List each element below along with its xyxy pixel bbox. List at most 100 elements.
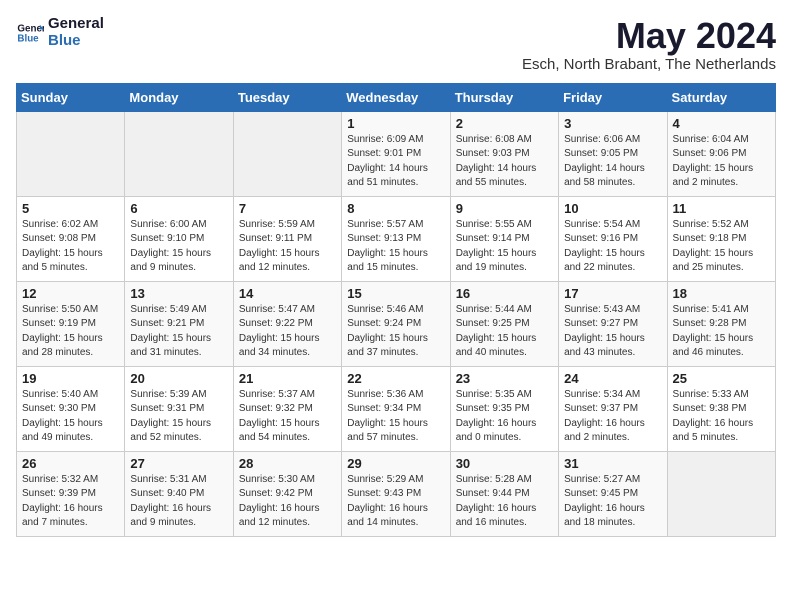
calendar-week-row: 5 Sunrise: 6:02 AM Sunset: 9:08 PM Daylig… (17, 196, 776, 281)
calendar-cell: 2 Sunrise: 6:08 AM Sunset: 9:03 PM Daylig… (450, 111, 558, 196)
cell-content: Sunrise: 6:06 AM Sunset: 9:05 PM Dayligh… (564, 133, 661, 191)
day-of-week-header: Wednesday (342, 83, 450, 111)
cell-content: Sunrise: 6:00 AM Sunset: 9:10 PM Dayligh… (130, 218, 227, 276)
cell-content: Sunrise: 5:31 AM Sunset: 9:40 PM Dayligh… (130, 473, 227, 531)
cell-content: Sunrise: 5:28 AM Sunset: 9:44 PM Dayligh… (456, 473, 553, 531)
cell-content: Sunrise: 5:40 AM Sunset: 9:30 PM Dayligh… (22, 388, 119, 446)
calendar-cell: 14Sunrise: 5:47 AM Sunset: 9:22 PM Dayli… (233, 281, 341, 366)
day-number: 27 (130, 456, 227, 471)
day-number: 8 (347, 201, 444, 216)
calendar-cell: 13 Sunrise: 5:49 AM Sunset: 9:21 PM Dayli… (125, 281, 233, 366)
page-header: General Blue General Blue May 2024 Esch,… (16, 16, 776, 73)
day-number: 10 (564, 201, 661, 216)
logo-icon: General Blue (16, 19, 44, 47)
logo-general-text: General (48, 16, 104, 33)
cell-content: Sunrise: 5:43 AM Sunset: 9:27 PM Dayligh… (564, 303, 661, 361)
day-number: 21 (239, 371, 336, 386)
logo: General Blue General Blue (16, 16, 104, 49)
svg-text:Blue: Blue (17, 33, 39, 44)
cell-content: Sunrise: 5:35 AM Sunset: 9:35 PM Dayligh… (456, 388, 553, 446)
day-number: 14 (239, 286, 336, 301)
day-number: 25 (673, 371, 770, 386)
day-of-week-header: Sunday (17, 83, 125, 111)
day-number: 29 (347, 456, 444, 471)
calendar-cell: 11Sunrise: 5:52 AM Sunset: 9:18 PM Dayli… (667, 196, 775, 281)
day-number: 22 (347, 371, 444, 386)
day-number: 2 (456, 116, 553, 131)
cell-content: Sunrise: 5:29 AM Sunset: 9:43 PM Dayligh… (347, 473, 444, 531)
calendar-cell: 19 Sunrise: 5:40 AM Sunset: 9:30 PM Dayli… (17, 366, 125, 451)
cell-content: Sunrise: 5:50 AM Sunset: 9:19 PM Dayligh… (22, 303, 119, 361)
cell-content: Sunrise: 5:30 AM Sunset: 9:42 PM Dayligh… (239, 473, 336, 531)
cell-content: Sunrise: 6:04 AM Sunset: 9:06 PM Dayligh… (673, 133, 770, 191)
calendar-cell: 29 Sunrise: 5:29 AM Sunset: 9:43 PM Dayli… (342, 451, 450, 536)
calendar-cell: 10 Sunrise: 5:54 AM Sunset: 9:16 PM Dayli… (559, 196, 667, 281)
calendar-cell: 9 Sunrise: 5:55 AM Sunset: 9:14 PM Daylig… (450, 196, 558, 281)
day-of-week-header: Saturday (667, 83, 775, 111)
cell-content: Sunrise: 5:49 AM Sunset: 9:21 PM Dayligh… (130, 303, 227, 361)
day-number: 11 (673, 201, 770, 216)
calendar-cell: 3 Sunrise: 6:06 AM Sunset: 9:05 PM Daylig… (559, 111, 667, 196)
cell-content: Sunrise: 5:32 AM Sunset: 9:39 PM Dayligh… (22, 473, 119, 531)
calendar-cell: 25 Sunrise: 5:33 AM Sunset: 9:38 PM Dayli… (667, 366, 775, 451)
day-number: 4 (673, 116, 770, 131)
calendar-cell: 24 Sunrise: 5:34 AM Sunset: 9:37 PM Dayli… (559, 366, 667, 451)
calendar-week-row: 12Sunrise: 5:50 AM Sunset: 9:19 PM Dayli… (17, 281, 776, 366)
day-number: 19 (22, 371, 119, 386)
calendar-cell: 30Sunrise: 5:28 AM Sunset: 9:44 PM Dayli… (450, 451, 558, 536)
calendar-cell (125, 111, 233, 196)
calendar-cell: 15 Sunrise: 5:46 AM Sunset: 9:24 PM Dayli… (342, 281, 450, 366)
day-number: 13 (130, 286, 227, 301)
cell-content: Sunrise: 5:46 AM Sunset: 9:24 PM Dayligh… (347, 303, 444, 361)
cell-content: Sunrise: 5:37 AM Sunset: 9:32 PM Dayligh… (239, 388, 336, 446)
cell-content: Sunrise: 6:08 AM Sunset: 9:03 PM Dayligh… (456, 133, 553, 191)
day-number: 15 (347, 286, 444, 301)
calendar-cell: 4 Sunrise: 6:04 AM Sunset: 9:06 PM Daylig… (667, 111, 775, 196)
day-number: 16 (456, 286, 553, 301)
calendar-cell (17, 111, 125, 196)
day-number: 31 (564, 456, 661, 471)
calendar-table: SundayMondayTuesdayWednesdayThursdayFrid… (16, 83, 776, 537)
calendar-cell: 12Sunrise: 5:50 AM Sunset: 9:19 PM Dayli… (17, 281, 125, 366)
calendar-cell: 20 Sunrise: 5:39 AM Sunset: 9:31 PM Dayli… (125, 366, 233, 451)
cell-content: Sunrise: 5:39 AM Sunset: 9:31 PM Dayligh… (130, 388, 227, 446)
cell-content: Sunrise: 6:02 AM Sunset: 9:08 PM Dayligh… (22, 218, 119, 276)
calendar-week-row: 19 Sunrise: 5:40 AM Sunset: 9:30 PM Dayli… (17, 366, 776, 451)
calendar-cell: 1Sunrise: 6:09 AM Sunset: 9:01 PM Daylig… (342, 111, 450, 196)
month-title: May 2024 (522, 16, 776, 56)
cell-content: Sunrise: 5:59 AM Sunset: 9:11 PM Dayligh… (239, 218, 336, 276)
day-number: 9 (456, 201, 553, 216)
calendar-cell (667, 451, 775, 536)
day-number: 24 (564, 371, 661, 386)
calendar-cell: 17 Sunrise: 5:43 AM Sunset: 9:27 PM Dayli… (559, 281, 667, 366)
day-number: 5 (22, 201, 119, 216)
day-of-week-header: Monday (125, 83, 233, 111)
calendar-cell: 21 Sunrise: 5:37 AM Sunset: 9:32 PM Dayli… (233, 366, 341, 451)
title-area: May 2024 Esch, North Brabant, The Nether… (522, 16, 776, 73)
calendar-week-row: 1Sunrise: 6:09 AM Sunset: 9:01 PM Daylig… (17, 111, 776, 196)
cell-content: Sunrise: 5:55 AM Sunset: 9:14 PM Dayligh… (456, 218, 553, 276)
calendar-cell: 5 Sunrise: 6:02 AM Sunset: 9:08 PM Daylig… (17, 196, 125, 281)
cell-content: Sunrise: 5:41 AM Sunset: 9:28 PM Dayligh… (673, 303, 770, 361)
calendar-cell: 26 Sunrise: 5:32 AM Sunset: 9:39 PM Dayli… (17, 451, 125, 536)
day-number: 20 (130, 371, 227, 386)
cell-content: Sunrise: 5:33 AM Sunset: 9:38 PM Dayligh… (673, 388, 770, 446)
day-number: 3 (564, 116, 661, 131)
cell-content: Sunrise: 5:44 AM Sunset: 9:25 PM Dayligh… (456, 303, 553, 361)
day-number: 18 (673, 286, 770, 301)
cell-content: Sunrise: 5:34 AM Sunset: 9:37 PM Dayligh… (564, 388, 661, 446)
calendar-cell: 27 Sunrise: 5:31 AM Sunset: 9:40 PM Dayli… (125, 451, 233, 536)
cell-content: Sunrise: 5:54 AM Sunset: 9:16 PM Dayligh… (564, 218, 661, 276)
calendar-cell: 31Sunrise: 5:27 AM Sunset: 9:45 PM Dayli… (559, 451, 667, 536)
day-number: 17 (564, 286, 661, 301)
calendar-cell (233, 111, 341, 196)
day-number: 26 (22, 456, 119, 471)
calendar-cell: 28 Sunrise: 5:30 AM Sunset: 9:42 PM Dayli… (233, 451, 341, 536)
cell-content: Sunrise: 6:09 AM Sunset: 9:01 PM Dayligh… (347, 133, 444, 191)
calendar-cell: 23 Sunrise: 5:35 AM Sunset: 9:35 PM Dayli… (450, 366, 558, 451)
day-of-week-header: Thursday (450, 83, 558, 111)
calendar-header-row: SundayMondayTuesdayWednesdayThursdayFrid… (17, 83, 776, 111)
day-number: 23 (456, 371, 553, 386)
day-number: 28 (239, 456, 336, 471)
calendar-cell: 16 Sunrise: 5:44 AM Sunset: 9:25 PM Dayli… (450, 281, 558, 366)
